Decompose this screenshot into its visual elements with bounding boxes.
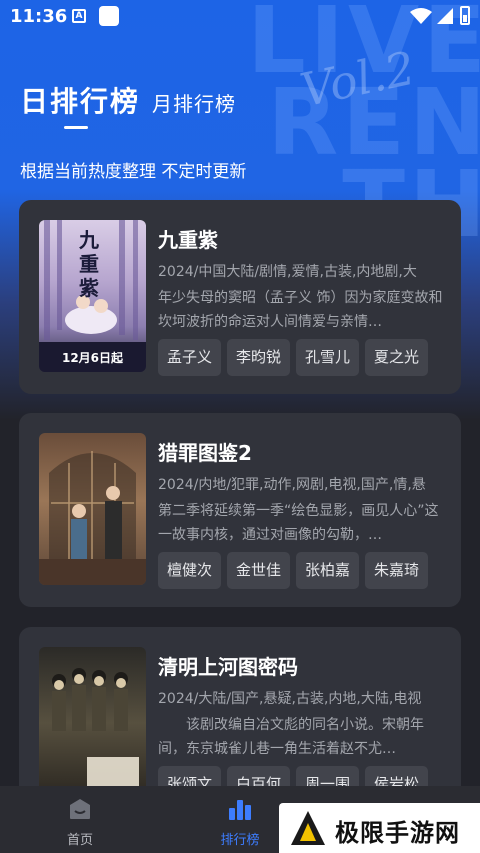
drama-title: 九重紫 bbox=[158, 228, 218, 252]
drama-meta: 2024/大陆/国产,悬疑,古装,内地,大陆,电视 bbox=[158, 691, 422, 707]
drama-title: 清明上河图密码 bbox=[158, 655, 298, 679]
cast-tag[interactable]: 李昀锐 bbox=[227, 339, 291, 376]
poster-art bbox=[39, 451, 146, 585]
drama-poster[interactable] bbox=[39, 433, 146, 585]
cast-tag[interactable]: 孟子义 bbox=[158, 339, 222, 376]
watermark-text: 极限手游网 bbox=[335, 818, 460, 847]
poster-art bbox=[52, 668, 139, 799]
cast-tag[interactable]: 孔雪儿 bbox=[296, 339, 360, 376]
notification-app-icon bbox=[99, 6, 119, 26]
cast-tag[interactable]: 金世佳 bbox=[227, 552, 291, 589]
notification-a-icon: A bbox=[72, 9, 86, 23]
drama-meta: 2024/内地/犯罪,动作,网剧,电视,国产,情,悬 bbox=[158, 477, 426, 493]
status-time: 11:36 bbox=[10, 6, 68, 27]
cast-tag[interactable]: 檀健次 bbox=[158, 552, 222, 589]
drama-description: 第二季将延续第一季“绘色显影，画见人心”这一故事内核，通过对画像的勾勒，… bbox=[158, 503, 439, 543]
drama-poster[interactable]: 九重紫 12月6日起 bbox=[39, 220, 146, 372]
watermark-logo-icon bbox=[291, 811, 325, 845]
ranking-icon bbox=[229, 800, 251, 820]
tab-monthly-ranking[interactable]: 月排行榜 bbox=[152, 88, 236, 117]
signal-icon bbox=[437, 8, 453, 24]
poster-date: 12月6日起 bbox=[61, 351, 124, 365]
cast-tags: 孟子义 李昀锐 孔雪儿 夏之光 bbox=[158, 339, 429, 376]
drama-card[interactable]: 九重紫 12月6日起 九重紫 2024/中国大陆/剧情,爱情,古装,内地剧,大 … bbox=[19, 200, 461, 394]
ranking-subtitle: 根据当前热度整理 不定时更新 bbox=[20, 162, 247, 182]
site-watermark: 极限手游网 bbox=[279, 803, 480, 853]
cast-tag[interactable]: 朱嘉琦 bbox=[365, 552, 429, 589]
drama-description: 该剧改编自冶文彪的同名小说。宋朝年间，东京城雀儿巷一角生活着赵不尤… bbox=[158, 717, 424, 757]
battery-icon bbox=[460, 6, 470, 25]
cast-tags: 檀健次 金世佳 张柏嘉 朱嘉琦 bbox=[158, 552, 429, 589]
cast-tag[interactable]: 夏之光 bbox=[365, 339, 429, 376]
nav-home[interactable]: 首页 bbox=[20, 786, 140, 853]
tab-daily-ranking[interactable]: 日排行榜 bbox=[20, 80, 140, 120]
status-bar: 11:36 A bbox=[0, 0, 480, 34]
drama-card[interactable]: 猎罪图鉴2 2024/内地/犯罪,动作,网剧,电视,国产,情,悬 第二季将延续第… bbox=[19, 413, 461, 607]
drama-title: 猎罪图鉴2 bbox=[158, 441, 252, 465]
drama-poster[interactable] bbox=[39, 647, 146, 799]
active-tab-indicator bbox=[64, 126, 88, 129]
wifi-icon bbox=[410, 8, 432, 24]
cast-tag[interactable]: 张柏嘉 bbox=[296, 552, 360, 589]
drama-meta: 2024/中国大陆/剧情,爱情,古装,内地剧,大 bbox=[158, 264, 417, 280]
nav-home-label: 首页 bbox=[66, 833, 93, 848]
home-icon bbox=[70, 799, 90, 819]
poster-title: 九重紫 bbox=[79, 228, 99, 300]
drama-description: 年少失母的窦昭（孟子义 饰）因为家庭变故和坎坷波折的命运对人间情爱与亲情… bbox=[158, 290, 443, 330]
